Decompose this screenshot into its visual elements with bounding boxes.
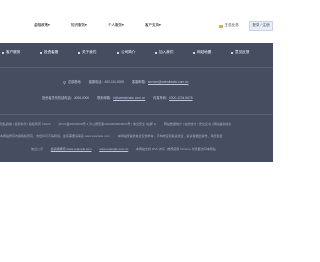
footer-divider [0, 67, 273, 68]
nav-item-label: 金融政策 [34, 23, 48, 27]
legal-line-1: 隐私政策 | 使用条款 | 版权所有 ©2023 沪ICP备00000000号-… [0, 123, 231, 126]
nav-item-knowledge-service[interactable]: 知识服务 ▾ [71, 23, 87, 28]
bullet-icon [117, 51, 119, 54]
email-label: 客服邮箱： [132, 80, 148, 85]
nav-item-personal-service[interactable]: 个人服务 ▾ [108, 23, 124, 28]
footer-link-site-map[interactable]: 网站地图 [193, 50, 212, 55]
investor-contact-row: 投资者关系热线电话： 4008-0000 联系邮箱： ir@websiteabc… [42, 96, 193, 100]
legal-link[interactable]: www.example.com.cn [99, 147, 128, 151]
login-button[interactable]: 登录 / 注册 [249, 21, 273, 31]
footer-link-label: 投资者服 [44, 50, 59, 54]
footer-link-label: 意见反馈 [235, 50, 250, 54]
nav-item-financial-policy[interactable]: 金融政策 ▾ [34, 23, 50, 28]
fax-label: 传真号码： [153, 96, 170, 100]
legal-line-2: 本网站所有内容版权所有，未经许可不得转载，如有需要请联系 www.example… [0, 135, 223, 138]
legal-text: 本网站所提供信息仅供参考，不构成任何投资建议，投资者据此操作，风险自担 [117, 134, 223, 138]
footer-link-label: 客户服务 [6, 50, 21, 54]
bullet-icon [78, 51, 80, 54]
chevron-down-icon: ▾ [122, 23, 124, 27]
site-footer: 客户服务 投资者服 关于我们 公司简介 加入我们 网站地图 意见反馈 ⚲ 总部基… [0, 43, 273, 162]
footer-link-label: 关于我们 [82, 50, 97, 54]
nav-item-label: 客户支持 [145, 23, 159, 27]
investor-email-link[interactable]: ir@websiteabc.com.cn [113, 96, 145, 100]
footer-divider [0, 114, 273, 115]
nav-item-label: 知识服务 [71, 23, 85, 27]
user-icon [219, 24, 223, 28]
chevron-down-icon: ▾ [159, 23, 161, 27]
location-label: 总部基地 [67, 80, 81, 85]
bullet-icon [193, 51, 195, 54]
legal-text: 本网站支持 IPv6 访问 · 推荐使用 Chrome 浏览器访问本网站 [135, 147, 216, 151]
user-chip[interactable]: 王总业务 [216, 22, 242, 30]
bullet-icon [231, 51, 233, 54]
nav-item-customer-support[interactable]: 客户支持 ▾ [145, 23, 161, 28]
chevron-down-icon: ▾ [48, 23, 50, 27]
legal-link[interactable]: 投资者教育 www.example.com [51, 147, 92, 151]
phone-label: 客服电话： [88, 80, 105, 85]
bullet-icon [2, 51, 4, 54]
legal-text: 隐私政策 | 使用条款 | 版权所有 ©2023 [0, 122, 51, 126]
footer-link-customer-service[interactable]: 客户服务 [2, 50, 21, 55]
fax-value: 0000-1234-5678 [169, 96, 193, 100]
footer-links: 客户服务 投资者服 关于我们 公司简介 加入我们 网站地图 意见反馈 [0, 43, 273, 67]
bullet-icon [40, 51, 42, 54]
chevron-down-icon: ▾ [85, 23, 87, 27]
legal-text: 网站数据统计 | 站长统计 | 安全证书 | 网站备案信息 [164, 122, 232, 126]
legal-text: 本网站所有内容版权所有，未经许可不得转载，如有需要请联系 www.example… [0, 134, 110, 138]
contact-row: ⚲ 总部基地 客服电话： 400-111-0000 客服邮箱： service@… [63, 81, 188, 85]
investor-phone-label: 投资者关系热线电话： [42, 96, 74, 100]
legal-line-3: 信息公示 投资者教育 www.example.com www.example.c… [31, 148, 216, 151]
footer-link-investor-service[interactable]: 投资者服 [40, 50, 59, 55]
legal-text: 信息公示 [31, 147, 44, 151]
footer-link-feedback[interactable]: 意见反馈 [231, 50, 250, 55]
location-pin-icon: ⚲ [63, 80, 66, 85]
phone-value: 400-111-0000 [104, 80, 125, 85]
legal-text: 沪ICP备00000000号-1 沪公网安备31000000000000号 | … [58, 122, 157, 126]
footer-link-company-intro[interactable]: 公司简介 [117, 50, 136, 55]
bullet-icon [155, 51, 157, 54]
footer-link-label: 加入我们 [159, 50, 174, 54]
investor-phone-value: 4008-0000 [73, 96, 90, 100]
nav-item-label: 个人服务 [108, 23, 122, 27]
user-label: 王总业务 [224, 23, 239, 28]
footer-link-label: 网站地图 [197, 50, 212, 54]
footer-link-about-us[interactable]: 关于我们 [78, 50, 97, 55]
footer-link-label: 公司简介 [121, 50, 136, 54]
investor-email-label: 联系邮箱： [97, 96, 114, 100]
email-link[interactable]: service@websiteabc.com.cn [148, 81, 188, 84]
footer-link-join-us[interactable]: 加入我们 [155, 50, 174, 55]
